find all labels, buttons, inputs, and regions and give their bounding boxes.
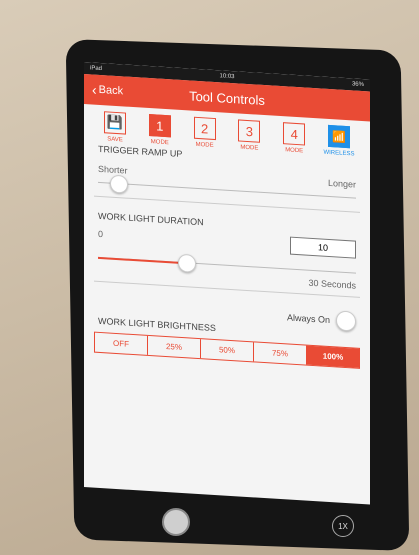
- wifi-icon: 📶: [327, 124, 350, 149]
- mode-2-button[interactable]: 2 MODE: [184, 116, 226, 150]
- mode-2-box: 2: [193, 116, 216, 141]
- zoom-badge[interactable]: 1X: [332, 515, 354, 537]
- mode-4-box: 4: [283, 122, 306, 146]
- duration-thumb[interactable]: [177, 253, 196, 273]
- always-on-toggle[interactable]: [336, 310, 356, 332]
- mode-3-button[interactable]: 3 MODE: [228, 119, 270, 153]
- wireless-label: WIRELESS: [323, 149, 355, 158]
- save-icon: 💾: [104, 111, 126, 135]
- save-button[interactable]: 💾 SAVE: [94, 111, 136, 145]
- brightness-option-50[interactable]: 50%: [201, 339, 254, 362]
- mode-1-box: 1: [148, 113, 171, 138]
- mode-1-label: MODE: [150, 139, 169, 147]
- mode-1-button[interactable]: 1 MODE: [139, 113, 181, 147]
- back-label: Back: [98, 83, 124, 98]
- mode-3-label: MODE: [240, 144, 259, 152]
- duration-min-label: 0: [98, 228, 104, 240]
- mode-3-box: 3: [238, 119, 261, 143]
- brightness-option-off[interactable]: OFF: [95, 332, 148, 355]
- back-button[interactable]: ‹ Back: [92, 81, 123, 99]
- wireless-button[interactable]: 📶 WIRELESS: [318, 124, 360, 158]
- save-label: SAVE: [107, 136, 123, 144]
- mode-4-button[interactable]: 4 MODE: [273, 122, 315, 156]
- mode-4-label: MODE: [285, 147, 304, 155]
- always-on-label: Always On: [286, 312, 330, 326]
- battery-label: 36%: [351, 81, 364, 89]
- trigger-ramp-thumb[interactable]: [110, 174, 129, 194]
- carrier-label: iPad: [90, 65, 103, 73]
- clock-label: 10:03: [219, 73, 235, 81]
- app-screen: iPad 10:03 36% ‹ Back Tool Controls 💾 SA…: [84, 62, 370, 505]
- mode-2-label: MODE: [195, 141, 214, 149]
- chevron-left-icon: ‹: [92, 81, 97, 98]
- brightness-option-25[interactable]: 25%: [148, 335, 201, 359]
- home-button[interactable]: [162, 508, 190, 536]
- brightness-option-75[interactable]: 75%: [254, 342, 307, 365]
- duration-fill: [98, 256, 186, 265]
- brightness-option-100[interactable]: 100%: [307, 345, 359, 368]
- duration-value-field[interactable]: [290, 236, 356, 259]
